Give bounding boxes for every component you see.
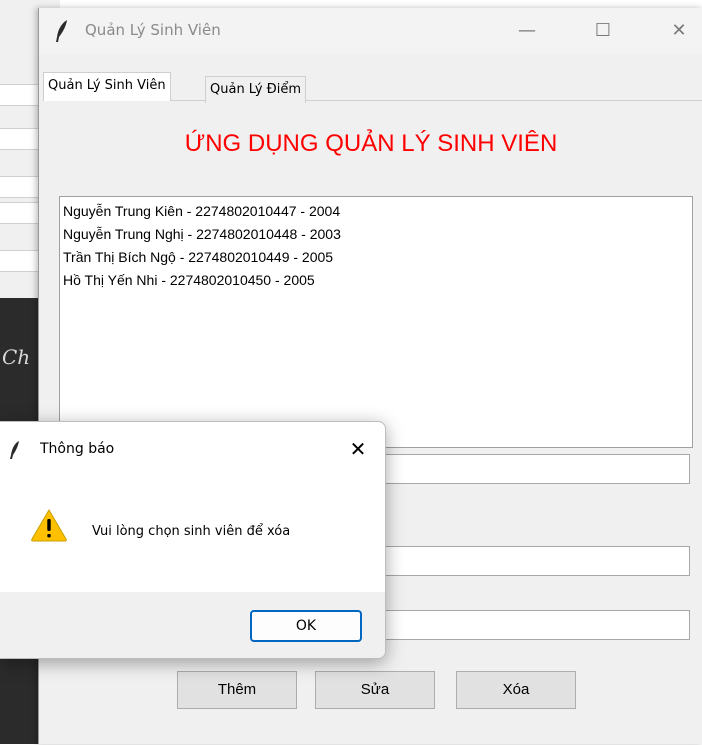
title-bar[interactable]: Quản Lý Sinh Viên — ☐ ✕: [39, 8, 702, 54]
background-field: [0, 84, 38, 106]
background-text: Ch: [2, 345, 31, 369]
list-item[interactable]: Hồ Thị Yến Nhi - 2274802010450 - 2005: [60, 269, 341, 292]
message-dialog: Thông báo ✕ Vui lòng chọn sinh viên để x…: [0, 421, 386, 659]
add-button[interactable]: Thêm: [177, 671, 297, 709]
maximize-button[interactable]: ☐: [583, 16, 623, 46]
minimize-button[interactable]: —: [507, 16, 547, 46]
tab-student-management[interactable]: Quản Lý Sinh Viên: [43, 72, 171, 101]
edit-button[interactable]: Sửa: [315, 671, 435, 709]
list-item[interactable]: Nguyễn Trung Nghị - 2274802010448 - 2003: [60, 223, 341, 246]
feather-icon: [10, 441, 19, 459]
student-listbox[interactable]: Nguyễn Trung Kiên - 2274802010447 - 2004…: [59, 196, 693, 448]
feather-icon: [56, 20, 67, 42]
list-item[interactable]: Trần Thị Bích Ngộ - 2274802010449 - 2005: [60, 246, 341, 269]
dialog-title: Thông báo: [40, 441, 115, 457]
dialog-footer: OK: [0, 592, 385, 658]
dialog-message: Vui lòng chọn sinh viên để xóa: [92, 524, 291, 539]
birth-year-field[interactable]: [384, 610, 690, 640]
delete-button[interactable]: Xóa: [456, 671, 576, 709]
student-id-field[interactable]: [384, 546, 690, 576]
page-title: ỨNG DỤNG QUẢN LÝ SINH VIÊN: [184, 130, 558, 157]
ok-button[interactable]: OK: [250, 610, 362, 642]
list-item[interactable]: Nguyễn Trung Kiên - 2274802010447 - 2004: [60, 200, 341, 223]
background-field: [0, 202, 38, 224]
tab-grade-management[interactable]: Quản Lý Điểm: [205, 76, 307, 103]
close-button[interactable]: ✕: [659, 16, 699, 46]
background-field: [0, 250, 38, 272]
window-title: Quản Lý Sinh Viên: [85, 21, 221, 39]
name-field[interactable]: [384, 454, 690, 484]
warning-icon: [31, 509, 67, 542]
background-field: [0, 176, 38, 198]
dialog-close-button[interactable]: ✕: [346, 436, 370, 462]
background-field: [0, 128, 38, 150]
